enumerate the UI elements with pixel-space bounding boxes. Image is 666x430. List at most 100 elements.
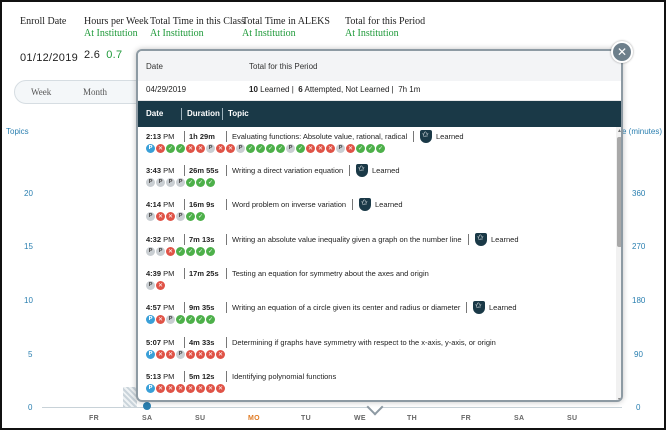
topic-entry[interactable]: 3:43 PM 26m 55s Writing a direct variation… (138, 164, 616, 194)
learned-badge-icon (420, 130, 432, 143)
wrong-icon: ✕ (346, 144, 355, 153)
day-detail-popup: Date Total for this Period 04/29/2019 10… (136, 49, 623, 402)
wrong-icon: ✕ (216, 350, 225, 359)
x-tick: WE (354, 415, 366, 422)
x-tick: SU (195, 415, 206, 422)
chart-bar-hatched[interactable] (123, 387, 137, 407)
scroll-thumb[interactable] (617, 137, 621, 247)
entry-ampm: PM (163, 132, 175, 141)
wrong-icon: ✕ (186, 144, 195, 153)
wrong-icon: ✕ (186, 350, 195, 359)
entry-duration-a: 7m (189, 235, 200, 244)
topic-entry[interactable]: 5:07 PM 4m 33s Determining if graphs have … (138, 336, 616, 366)
entry-time-value: 4:57 (146, 303, 162, 312)
wrong-icon: ✕ (196, 384, 205, 393)
topic-entry-list[interactable]: 2:13 PM 1h 29m Evaluating functions: Absol… (138, 127, 616, 400)
topic-entry[interactable]: 2:13 PM 1h 29m Evaluating functions: Absol… (138, 130, 616, 160)
entry-topic[interactable]: Writing a direct variation equation (232, 166, 343, 175)
entry-separator (226, 234, 227, 245)
wrong-icon: ✕ (216, 144, 225, 153)
wrong-icon: ✕ (166, 384, 175, 393)
month-toggle-button[interactable]: Month (83, 87, 107, 97)
entry-ampm: PM (163, 269, 175, 278)
scroll-down-arrow[interactable]: ▼ (616, 396, 621, 400)
popup-scrollbar[interactable]: ▲ ▼ (616, 127, 621, 400)
col-topic: Topic (228, 109, 249, 118)
entry-duration-b: 13s (201, 235, 215, 244)
entry-time-value: 5:07 (146, 338, 162, 347)
correct-icon: ✓ (376, 144, 385, 153)
entry-separator (184, 131, 185, 142)
popup-total-label: Total for this Period (249, 62, 318, 71)
week-toggle-button[interactable]: Week (31, 87, 51, 97)
learned-badge-icon (356, 164, 368, 177)
explanation-icon: P (176, 350, 185, 359)
popup-totals: 10 Learned | 6 Attempted, Not Learned | … (249, 85, 421, 94)
explanation-icon: P (146, 247, 155, 256)
correct-icon: ✓ (176, 315, 185, 324)
correct-icon: ✓ (206, 315, 215, 324)
entry-duration-b: 25s (206, 269, 219, 278)
wrong-icon: ✕ (206, 350, 215, 359)
correct-icon: ✓ (356, 144, 365, 153)
entry-topic[interactable]: Writing an equation of a circle given it… (232, 303, 460, 312)
entry-duration-a: 26m (189, 166, 205, 175)
wrong-icon: ✕ (306, 144, 315, 153)
topic-entry[interactable]: 4:14 PM 16m 9s Word problem on inverse var… (138, 198, 616, 228)
left-axis-label: Topics (6, 127, 29, 136)
entry-topic[interactable]: Testing an equation for symmetry about t… (232, 269, 429, 278)
explanation-viewed-icon: P (146, 315, 155, 324)
entry-separator (226, 131, 227, 142)
correct-icon: ✓ (186, 178, 195, 187)
entry-separator (184, 337, 185, 348)
entry-topic[interactable]: Determining if graphs have symmetry with… (232, 338, 496, 347)
learned-text: Learned (260, 85, 290, 94)
correct-icon: ✓ (196, 178, 205, 187)
x-tick: SA (514, 415, 525, 422)
total-time-aleks-sub: At Institution (242, 28, 296, 39)
topic-entry[interactable]: 4:39 PM 17m 25s Testing an equation for sy… (138, 267, 616, 297)
entry-topic[interactable]: Evaluating functions: Absolute value, ra… (232, 132, 407, 141)
entry-duration: 17m 25s (189, 269, 219, 278)
chart-point[interactable] (143, 402, 151, 410)
entry-separator (226, 165, 227, 176)
x-tick-selected[interactable]: MO (248, 415, 260, 422)
popup-header-values: 04/29/2019 10 Learned | 6 Attempted, Not… (138, 81, 621, 101)
entry-topic[interactable]: Word problem on inverse variation (232, 200, 346, 209)
wrong-icon: ✕ (316, 144, 325, 153)
scroll-up-arrow[interactable]: ▲ (616, 127, 621, 135)
wrong-icon: ✕ (156, 212, 165, 221)
topic-entry[interactable]: 4:57 PM 9m 35s Writing an equation of a ci… (138, 301, 616, 331)
enroll-date-stat: Enroll Date 01/12/2019 (20, 16, 78, 64)
topic-entry[interactable]: 5:13 PM 5m 12s Identifying polynomial func… (138, 370, 616, 400)
enroll-date-value: 01/12/2019 (20, 52, 79, 64)
entry-duration-b: 33s (201, 338, 215, 347)
right-axis-label: e (minutes) (622, 127, 663, 136)
correct-icon: ✓ (196, 315, 205, 324)
entry-duration-b: 35s (201, 303, 215, 312)
entry-topic[interactable]: Writing an absolute value inequality giv… (232, 235, 462, 244)
popup-date-label: Date (146, 62, 163, 71)
entry-separator (184, 371, 185, 382)
attempted-text: Attempted, Not Learned (304, 85, 390, 94)
entry-separator (226, 302, 227, 313)
explanation-icon: P (236, 144, 245, 153)
entry-separator (226, 268, 227, 279)
entry-time-value: 4:14 (146, 200, 162, 209)
entry-time: 4:14 PM (146, 200, 174, 209)
entry-time: 3:43 PM (146, 166, 174, 175)
attempt-dots: P ✕ ✕ P ✓ ✓ (146, 212, 206, 222)
correct-icon: ✓ (366, 144, 375, 153)
topic-entry[interactable]: 4:32 PM 7m 13s Writing an absolute value i… (138, 233, 616, 263)
total-time-class-stat: Total Time in this Class At Institution (150, 16, 245, 39)
hours-per-week-sub: At Institution (84, 28, 138, 39)
entry-duration-b: 29m (199, 132, 215, 141)
close-icon[interactable]: ✕ (611, 41, 633, 63)
left-tick: 20 (24, 189, 33, 198)
correct-icon: ✓ (246, 144, 255, 153)
entry-topic[interactable]: Identifying polynomial functions (232, 372, 336, 381)
total-time-value: 7h 1m (398, 85, 421, 94)
entry-separator (468, 234, 469, 245)
explanation-icon: P (166, 315, 175, 324)
right-tick: 180 (632, 296, 646, 305)
